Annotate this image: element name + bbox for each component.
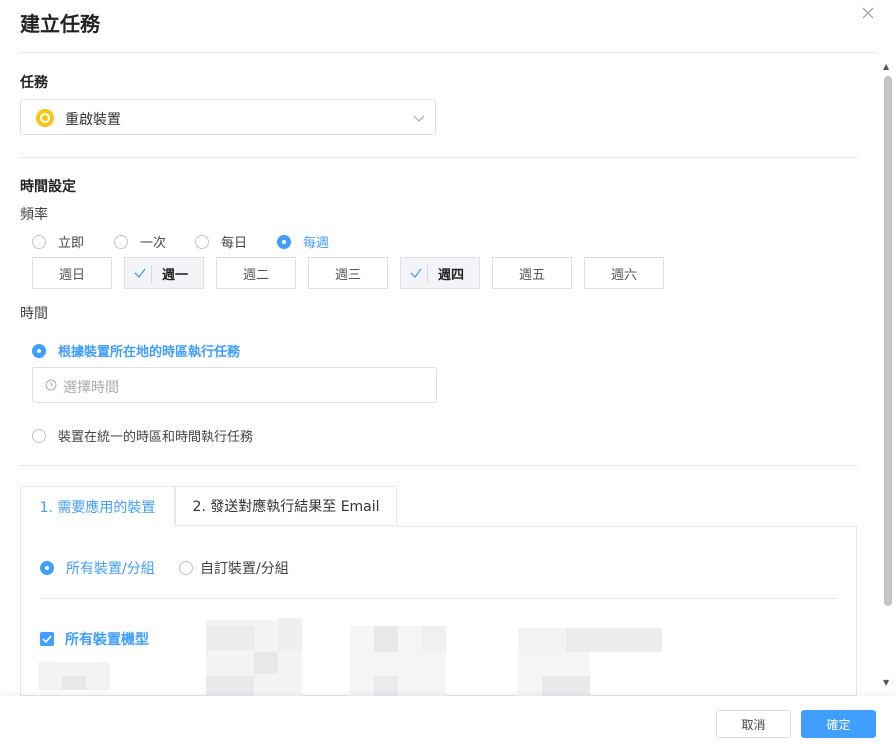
dialog-title: 建立任務: [20, 12, 100, 36]
weekday-tuesday[interactable]: 週二: [216, 257, 296, 289]
weekday-wednesday[interactable]: 週三: [308, 257, 388, 289]
weekday-label: 週四: [437, 267, 464, 283]
radio-circle: [277, 234, 291, 249]
tab-email-results[interactable]: 2. 發送對應執行結果至 Email: [175, 486, 397, 526]
weekday-separator: [427, 265, 428, 283]
task-select-value: 重啟裝置: [65, 112, 121, 128]
frequency-radio-immediate[interactable]: 立即: [32, 232, 84, 251]
weekday-sunday[interactable]: 週日: [32, 257, 112, 289]
section-divider: [20, 157, 858, 158]
radio-label: 裝置在統一的時區和時間執行任務: [58, 430, 254, 445]
radio-label: 每週: [303, 236, 330, 251]
frequency-label: 頻率: [20, 207, 48, 223]
check-icon: [134, 268, 146, 278]
scope-radio-custom-devices[interactable]: 自訂裝置/分組: [179, 558, 289, 578]
weekday-label: 週二: [242, 267, 269, 283]
radio-circle: [114, 234, 128, 249]
dialog-header: 建立任務: [0, 0, 896, 52]
check-icon: [42, 635, 52, 644]
weekday-friday[interactable]: 週五: [492, 257, 572, 289]
radio-circle: [32, 343, 46, 358]
checkbox-box: [40, 632, 54, 646]
weekday-separator: [151, 265, 152, 283]
task-section-label: 任務: [20, 75, 48, 91]
header-divider: [20, 52, 876, 53]
radio-label: 自訂裝置/分組: [200, 561, 289, 577]
radio-circle: [195, 234, 209, 249]
radio-label: 所有裝置/分組: [66, 561, 155, 577]
all-device-models-checkbox[interactable]: 所有裝置機型: [40, 629, 149, 649]
radio-circle: [32, 234, 46, 249]
time-option-local-timezone[interactable]: 根據裝置所在地的時區執行任務: [32, 341, 240, 360]
time-picker-input[interactable]: 選擇時間: [32, 367, 437, 403]
weekday-saturday[interactable]: 週六: [584, 257, 664, 289]
task-select[interactable]: 重啟裝置: [20, 99, 436, 135]
weekday-label: 週一: [161, 267, 188, 283]
cancel-button[interactable]: 取消: [716, 710, 791, 738]
tab-target-devices[interactable]: 1. 需要應用的裝置: [20, 486, 175, 526]
radio-circle: [32, 428, 46, 443]
scrollbar-thumb[interactable]: [884, 76, 892, 606]
radio-label: 每日: [221, 236, 248, 251]
frequency-radio-weekly[interactable]: 每週: [277, 232, 329, 251]
weekday-label: 週五: [518, 267, 545, 283]
weekday-label: 週三: [334, 267, 361, 283]
section-divider: [20, 465, 858, 466]
weekday-label: 週日: [58, 267, 85, 283]
frequency-radio-daily[interactable]: 每日: [195, 232, 247, 251]
time-placeholder: 選擇時間: [63, 380, 119, 396]
scroll-up-arrow-icon[interactable]: ▲: [883, 62, 889, 71]
frequency-radio-once[interactable]: 一次: [114, 232, 166, 251]
clock-icon: [45, 379, 57, 391]
scope-radio-all-devices[interactable]: 所有裝置/分組: [40, 558, 155, 578]
radio-label: 一次: [140, 236, 167, 251]
radio-label: 立即: [58, 236, 85, 251]
schedule-section-label: 時間設定: [20, 179, 76, 195]
reboot-task-icon: [36, 109, 54, 127]
weekday-thursday[interactable]: 週四: [400, 257, 480, 289]
panel-divider: [40, 598, 836, 599]
time-option-unified-timezone[interactable]: 裝置在統一的時區和時間執行任務: [32, 426, 253, 445]
weekday-monday[interactable]: 週一: [124, 257, 204, 289]
time-label: 時間: [20, 306, 48, 322]
confirm-button[interactable]: 確定: [801, 710, 876, 738]
check-icon: [410, 268, 422, 278]
radio-label: 根據裝置所在地的時區執行任務: [58, 345, 241, 360]
chevron-down-icon: [413, 115, 425, 122]
close-icon[interactable]: [861, 6, 875, 20]
radio-circle: [40, 561, 54, 575]
scroll-down-arrow-icon[interactable]: ▼: [883, 678, 889, 687]
weekday-label: 週六: [610, 267, 637, 283]
radio-circle: [179, 561, 193, 575]
checkbox-label: 所有裝置機型: [65, 632, 149, 648]
